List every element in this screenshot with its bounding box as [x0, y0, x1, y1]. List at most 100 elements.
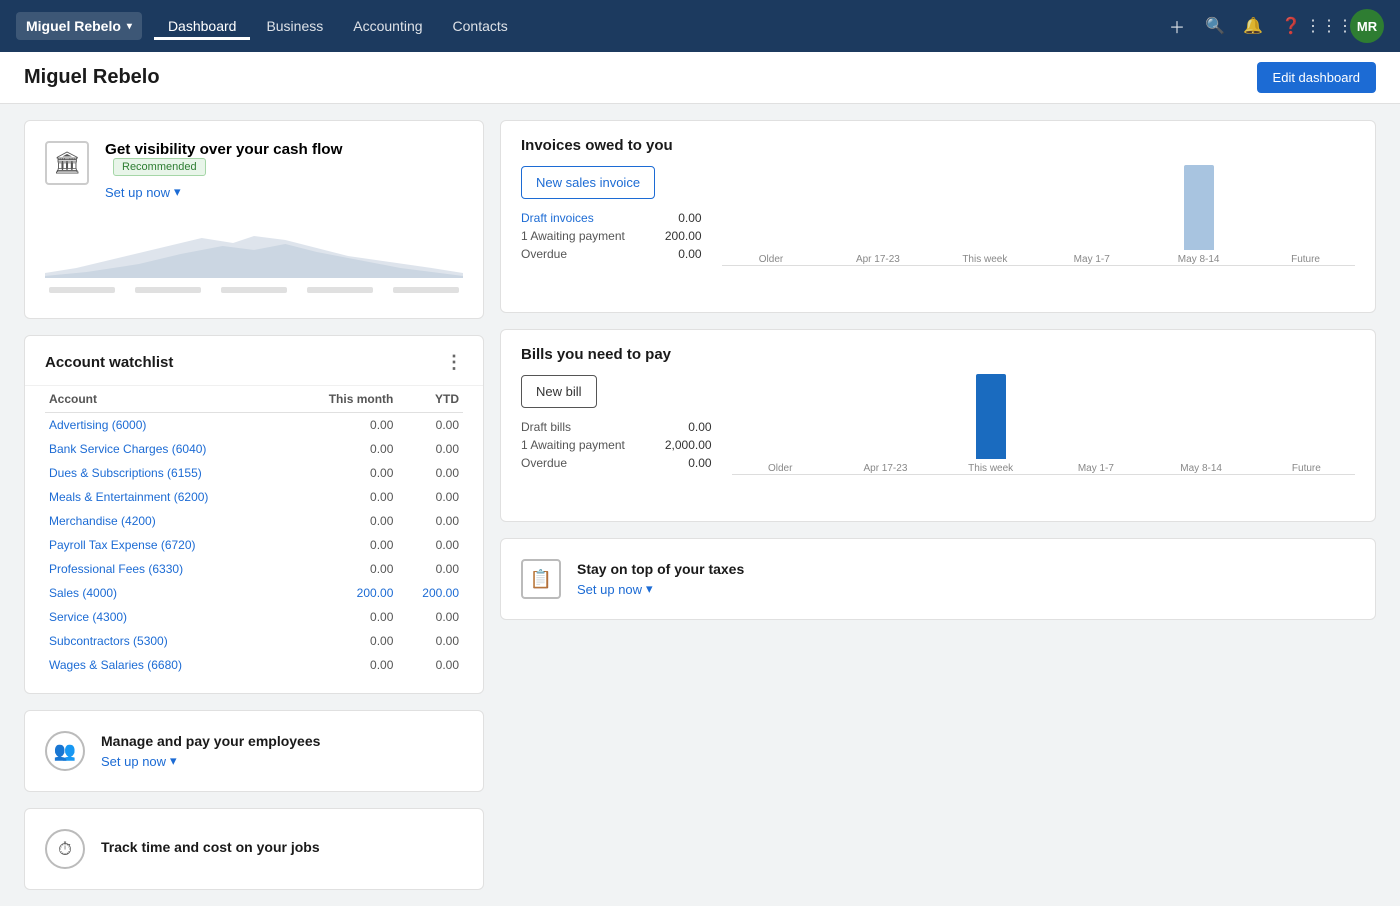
bar-group: Future: [1256, 250, 1355, 265]
table-row: Bank Service Charges (6040) 0.00 0.00: [45, 437, 463, 461]
page-header: Miguel Rebelo Edit dashboard: [0, 52, 1400, 104]
employees-icon: 👥: [45, 731, 85, 771]
bar-label: This week: [968, 463, 1013, 474]
edit-dashboard-button[interactable]: Edit dashboard: [1257, 62, 1376, 93]
account-cell: Service (4300): [45, 605, 291, 629]
ytd-cell: 0.00: [397, 605, 463, 629]
recommended-badge: Recommended: [113, 158, 206, 176]
chevron-down-icon: ▾: [174, 184, 181, 200]
bills-chart: OlderApr 17-23This weekMay 1-7May 8-14Fu…: [732, 375, 1355, 505]
new-invoice-button[interactable]: New sales invoice: [521, 166, 655, 199]
account-cell: Wages & Salaries (6680): [45, 653, 291, 677]
this-month-cell: 0.00: [291, 653, 398, 677]
chart-line: [221, 287, 287, 293]
table-row: Service (4300) 0.00 0.00: [45, 605, 463, 629]
search-icon[interactable]: 🔍: [1198, 9, 1232, 43]
cashflow-card: 🏛 Get visibility over your cash flow Rec…: [24, 120, 484, 319]
this-month-cell: 0.00: [291, 485, 398, 509]
main-content: 🏛 Get visibility over your cash flow Rec…: [0, 104, 1400, 906]
nav-contacts[interactable]: Contacts: [439, 12, 522, 40]
bill-stat-row-awaiting: 1 Awaiting payment 2,000.00: [521, 438, 712, 452]
table-row: Wages & Salaries (6680) 0.00 0.00: [45, 653, 463, 677]
taxes-setup-link[interactable]: Set up now ▾: [577, 581, 744, 597]
ytd-cell: 0.00: [397, 413, 463, 438]
invoices-stats: Draft invoices 0.00 1 Awaiting payment 2…: [521, 211, 702, 261]
nav-business[interactable]: Business: [252, 12, 337, 40]
bar-label: Older: [768, 463, 792, 474]
table-row: Professional Fees (6330) 0.00 0.00: [45, 557, 463, 581]
bar: [976, 374, 1006, 459]
invoices-chart: OlderApr 17-23This weekMay 1-7May 8-14Fu…: [722, 166, 1355, 296]
account-cell: Payroll Tax Expense (6720): [45, 533, 291, 557]
account-cell: Merchandise (4200): [45, 509, 291, 533]
account-cell: Meals & Entertainment (6200): [45, 485, 291, 509]
this-month-cell: 0.00: [291, 605, 398, 629]
chart-line: [307, 287, 373, 293]
table-row: Meals & Entertainment (6200) 0.00 0.00: [45, 485, 463, 509]
grid-icon[interactable]: ⋮⋮⋮: [1312, 9, 1346, 43]
nav-accounting[interactable]: Accounting: [339, 12, 436, 40]
employees-title: Manage and pay your employees: [101, 733, 320, 749]
bar-label: May 1-7: [1074, 254, 1110, 265]
bar-group: Future: [1258, 459, 1355, 474]
col-ytd: YTD: [397, 386, 463, 413]
brand-name: Miguel Rebelo: [26, 18, 121, 34]
employees-setup-link[interactable]: Set up now ▾: [101, 753, 320, 769]
new-bill-button[interactable]: New bill: [521, 375, 597, 408]
bar-group: May 8-14: [1153, 459, 1250, 474]
bar-chart-bars: OlderApr 17-23This weekMay 1-7May 8-14Fu…: [722, 166, 1355, 266]
stat-value-draft: 0.00: [678, 211, 701, 225]
bar-group: This week: [935, 250, 1034, 265]
help-icon[interactable]: ❓: [1274, 9, 1308, 43]
track-icon: ⏱: [45, 829, 85, 869]
invoices-left: New sales invoice Draft invoices 0.00 1 …: [521, 166, 702, 296]
stat-value-awaiting: 200.00: [665, 229, 702, 243]
this-month-cell: 0.00: [291, 533, 398, 557]
bar-label: Future: [1291, 254, 1320, 265]
this-month-cell: 0.00: [291, 557, 398, 581]
track-jobs-card: ⏱ Track time and cost on your jobs: [24, 808, 484, 890]
avatar[interactable]: MR: [1350, 9, 1384, 43]
bar-label: This week: [962, 254, 1007, 265]
bar-group: Apr 17-23: [828, 250, 927, 265]
account-cell: Dues & Subscriptions (6155): [45, 461, 291, 485]
table-row: Subcontractors (5300) 0.00 0.00: [45, 629, 463, 653]
stat-label-draft: Draft invoices: [521, 211, 594, 225]
invoices-card: Invoices owed to you New sales invoice D…: [500, 120, 1376, 313]
chevron-down-icon: ▾: [646, 581, 653, 597]
bill-stat-value-awaiting: 2,000.00: [665, 438, 712, 452]
bell-icon[interactable]: 🔔: [1236, 9, 1270, 43]
watchlist-menu-icon[interactable]: ⋮: [445, 352, 463, 373]
brand-menu[interactable]: Miguel Rebelo ▾: [16, 12, 142, 40]
taxes-icon: 📋: [521, 559, 561, 599]
stat-row-overdue: Overdue 0.00: [521, 247, 702, 261]
chart-line: [135, 287, 201, 293]
bar-group: This week: [942, 374, 1039, 474]
bar-label: Older: [759, 254, 783, 265]
stat-label-overdue: Overdue: [521, 247, 567, 261]
table-row: Advertising (6000) 0.00 0.00: [45, 413, 463, 438]
table-row: Payroll Tax Expense (6720) 0.00 0.00: [45, 533, 463, 557]
cashflow-setup-link[interactable]: Set up now ▾: [105, 184, 342, 200]
cashflow-icon: 🏛: [45, 141, 89, 185]
plus-icon[interactable]: ＋: [1160, 9, 1194, 43]
top-navigation: Miguel Rebelo ▾ Dashboard Business Accou…: [0, 0, 1400, 52]
ytd-cell: 0.00: [397, 533, 463, 557]
chart-line: [393, 287, 459, 293]
cashflow-title: Get visibility over your cash flow: [105, 141, 342, 158]
this-month-cell: 0.00: [291, 629, 398, 653]
account-cell: Bank Service Charges (6040): [45, 437, 291, 461]
this-month-cell: 0.00: [291, 461, 398, 485]
chart-line: [49, 287, 115, 293]
watchlist-card: Account watchlist ⋮ Account This month Y…: [24, 335, 484, 694]
col-this-month: This month: [291, 386, 398, 413]
left-column: 🏛 Get visibility over your cash flow Rec…: [24, 120, 484, 890]
bill-stat-value-overdue: 0.00: [688, 456, 711, 470]
stat-label-awaiting: 1 Awaiting payment: [521, 229, 625, 243]
nav-icons: ＋ 🔍 🔔 ❓ ⋮⋮⋮ MR: [1160, 9, 1384, 43]
bar-label: Apr 17-23: [863, 463, 907, 474]
account-cell: Sales (4000): [45, 581, 291, 605]
nav-dashboard[interactable]: Dashboard: [154, 12, 251, 40]
watchlist-title: Account watchlist: [45, 354, 173, 371]
bar-label: May 8-14: [1180, 463, 1222, 474]
